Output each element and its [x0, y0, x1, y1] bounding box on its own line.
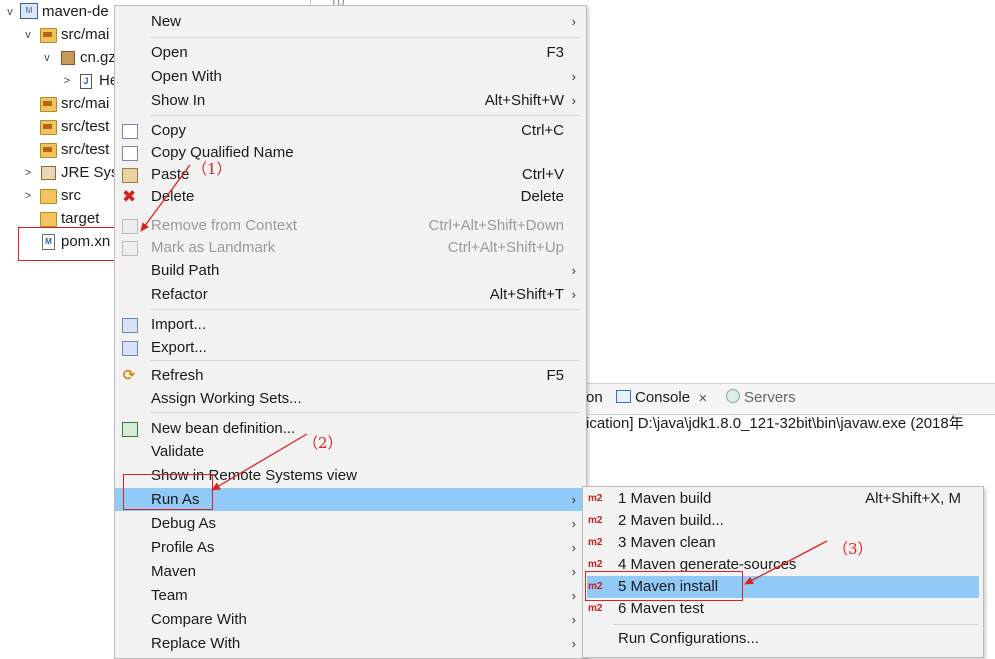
annotation-arrow-step2 — [211, 433, 308, 491]
annotation-arrows — [140, 164, 828, 585]
annotation-arrow-step3 — [744, 540, 828, 585]
annotation-arrow-step1 — [140, 164, 191, 232]
